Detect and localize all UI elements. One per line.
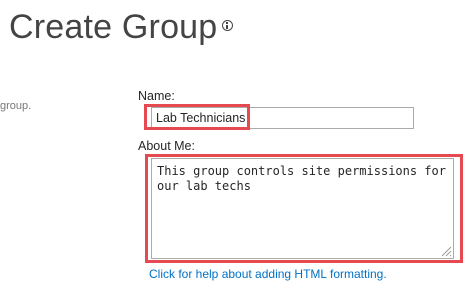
group-description-fragment: group. xyxy=(0,100,32,112)
page-title: Create Group xyxy=(9,8,218,46)
html-formatting-help-link[interactable]: Click for help about adding HTML formatt… xyxy=(149,267,387,281)
resize-grip-icon[interactable] xyxy=(440,245,452,257)
info-icon[interactable] xyxy=(222,20,233,31)
name-input[interactable] xyxy=(151,107,414,129)
create-group-page: Create Group group. Name: About Me: Clic… xyxy=(0,0,470,302)
about-me-label: About Me: xyxy=(138,139,195,153)
about-me-textarea[interactable] xyxy=(151,158,454,259)
name-label: Name: xyxy=(138,89,175,103)
